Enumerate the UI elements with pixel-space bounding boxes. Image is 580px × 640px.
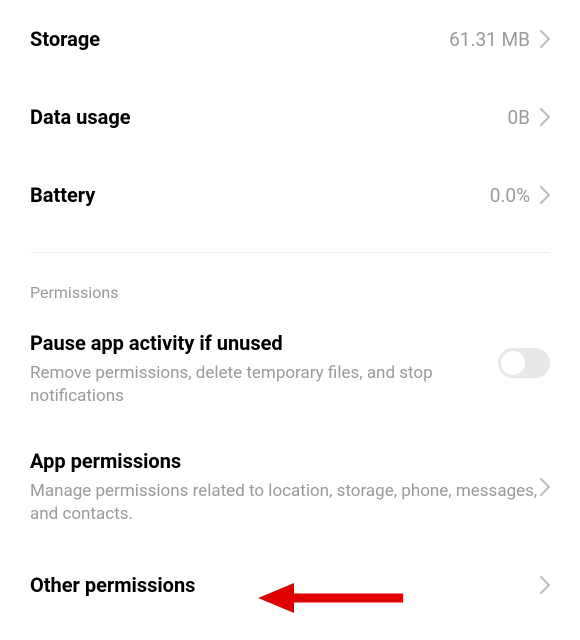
pause-app-activity-row[interactable]: Pause app activity if unused Remove perm… — [30, 310, 550, 428]
data-usage-row[interactable]: Data usage 0B — [30, 78, 550, 156]
app-permissions-label: App permissions — [30, 448, 540, 474]
data-usage-value: 0B — [507, 106, 530, 129]
pause-app-activity-label: Pause app activity if unused — [30, 330, 498, 356]
app-permissions-row[interactable]: App permissions Manage permissions relat… — [30, 428, 550, 546]
chevron-right-icon — [540, 108, 550, 126]
section-divider — [30, 252, 550, 253]
pause-app-activity-subtitle: Remove permissions, delete temporary fil… — [30, 362, 498, 408]
data-usage-label: Data usage — [30, 104, 507, 130]
battery-row[interactable]: Battery 0.0% — [30, 156, 550, 234]
storage-row[interactable]: Storage 61.31 MB — [30, 0, 550, 78]
permissions-section-header: Permissions — [30, 263, 550, 310]
chevron-right-icon — [540, 576, 550, 594]
pause-app-activity-toggle[interactable] — [498, 348, 550, 378]
toggle-knob — [501, 351, 525, 375]
chevron-right-icon — [540, 478, 550, 496]
chevron-right-icon — [540, 30, 550, 48]
app-permissions-subtitle: Manage permissions related to location, … — [30, 480, 540, 526]
storage-label: Storage — [30, 26, 449, 52]
battery-label: Battery — [30, 182, 490, 208]
chevron-right-icon — [540, 186, 550, 204]
storage-value: 61.31 MB — [449, 28, 530, 51]
other-permissions-row[interactable]: Other permissions — [30, 546, 550, 624]
battery-value: 0.0% — [490, 184, 530, 207]
other-permissions-label: Other permissions — [30, 572, 540, 598]
